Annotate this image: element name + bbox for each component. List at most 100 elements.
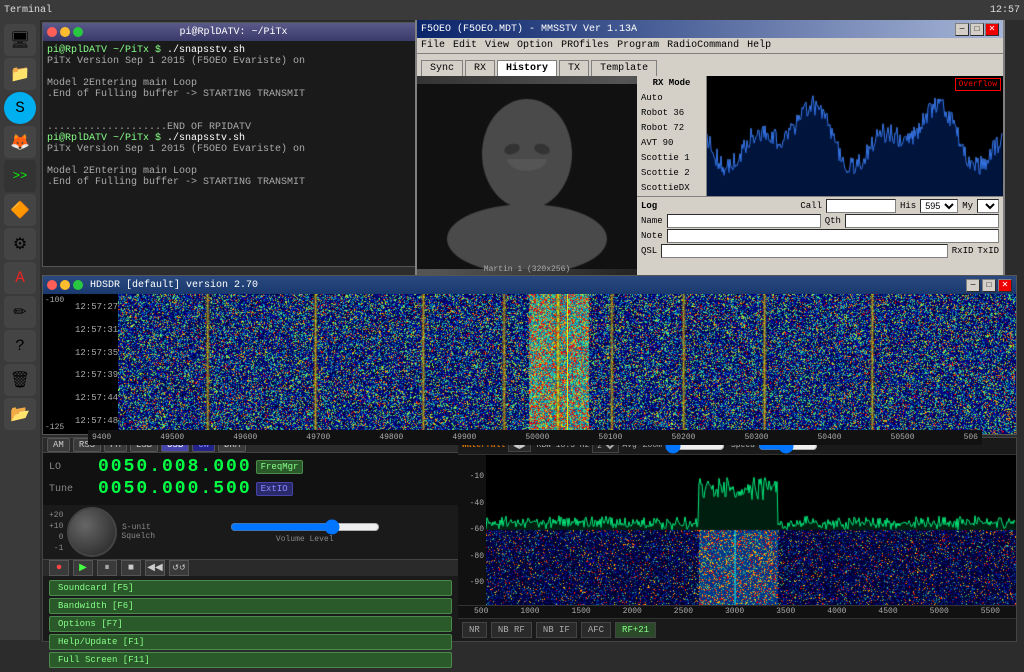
ts-1: 12:57:27 — [75, 302, 116, 312]
terminal-minimize-btn[interactable] — [60, 27, 70, 37]
soundcard-btn[interactable]: Soundcard [F5] — [49, 580, 452, 596]
hdsdr-minimize-btn[interactable] — [60, 280, 70, 290]
squelch-knob-area: +20 +10 0 -1 S-unitSquelch — [49, 507, 151, 557]
afc-btn[interactable]: AFC — [581, 622, 611, 638]
hdsdr-maximize-btn[interactable] — [73, 280, 83, 290]
terminal-line-7 — [47, 111, 417, 122]
sdr-controls: AM RSS FM LSB USB CW DRM LO 0050.008.000… — [42, 437, 1017, 642]
rx-mode-title: RX Mode — [639, 78, 704, 88]
squelch-label: S-unitSquelch — [121, 523, 151, 541]
sidebar-icon-settings[interactable]: ⚙ — [4, 228, 36, 260]
terminal-close-btn[interactable] — [47, 27, 57, 37]
db-minus1: -1 — [49, 543, 63, 554]
terminal-line-11 — [47, 155, 417, 166]
bandwidth-btn[interactable]: Bandwidth [F6] — [49, 598, 452, 614]
repeat-btn[interactable]: ↺↺ — [169, 560, 189, 576]
mmsstv-image — [417, 76, 637, 276]
nbif-btn[interactable]: NB IF — [536, 622, 577, 638]
db-scale: -100 -125 — [43, 294, 73, 434]
hdsdr-close-btn2[interactable]: ✕ — [998, 279, 1012, 292]
waterfall-area — [118, 294, 1016, 434]
rx-mode-scottie2[interactable]: Scottie 2 — [639, 165, 704, 180]
qsl-input[interactable] — [661, 244, 948, 258]
menu-profiles[interactable]: PROfiles — [561, 40, 609, 51]
sidebar-icon-1[interactable]: 🖥 — [4, 24, 36, 56]
hdsdr-freq-axis: 9400 49500 49600 49700 49800 49900 50000… — [88, 430, 982, 445]
mmsstv-close-btn[interactable]: ✕ — [985, 23, 999, 36]
squelch-knob[interactable] — [67, 507, 117, 557]
tab-tx[interactable]: TX — [559, 60, 589, 76]
terminal-title: pi@RplDATV: ~/PiTx — [86, 27, 381, 38]
rx-mode-avt90[interactable]: AVT 90 — [639, 135, 704, 150]
hdsdr-maximize-btn2[interactable]: □ — [982, 279, 996, 292]
tab-history[interactable]: History — [497, 60, 557, 76]
sdr-freq-500: 500 — [474, 607, 488, 616]
name-input[interactable] — [667, 214, 821, 228]
menu-edit[interactable]: Edit — [453, 40, 477, 51]
qsl-label: QSL — [641, 246, 657, 256]
menu-radiocommand[interactable]: RadioCommand — [667, 40, 739, 51]
rx-mode-scottie1[interactable]: Scottie 1 — [639, 150, 704, 165]
my-select[interactable] — [977, 199, 999, 213]
extio-btn[interactable]: ExtIO — [256, 482, 293, 496]
options-btn[interactable]: Options [F7] — [49, 616, 452, 632]
terminal-titlebar: pi@RplDATV: ~/PiTx — [43, 23, 421, 41]
mmsstv-image-panel: Martin 1 (320x256) — [417, 76, 637, 276]
rx-mode-auto[interactable]: Auto — [639, 90, 704, 105]
hdsdr-close-btn[interactable] — [47, 280, 57, 290]
ts-6: 12:57:48 — [75, 416, 116, 426]
nr-btn[interactable]: NR — [462, 622, 487, 638]
rf-btn[interactable]: RF+21 — [615, 622, 656, 638]
sdr-freq-5000: 5000 — [930, 607, 949, 616]
squelch-area: +20 +10 0 -1 S-unitSquelch Volume Level — [43, 505, 458, 559]
terminal-line-12: Model 2Entering main Loop — [47, 166, 417, 177]
terminal-maximize-btn[interactable] — [73, 27, 83, 37]
rx-mode-robot72[interactable]: Robot 72 — [639, 120, 704, 135]
terminal-line-10: PiTx Version Sep 1 2015 (F5OEO Evariste)… — [47, 144, 417, 155]
tab-rx[interactable]: RX — [465, 60, 495, 76]
mode-am[interactable]: AM — [47, 438, 70, 452]
tab-sync[interactable]: Sync — [421, 60, 463, 76]
fullscreen-btn[interactable]: Full Screen [F11] — [49, 652, 452, 668]
sidebar-icon-firefox[interactable]: 🦊 — [4, 126, 36, 158]
sidebar-icon-terminal[interactable]: >> — [4, 160, 36, 192]
stop-btn[interactable]: ■ — [121, 560, 141, 576]
sdr-freq-axis: 500 1000 1500 2000 2500 3000 3500 4000 4… — [458, 605, 1016, 618]
note-input[interactable] — [667, 229, 999, 243]
db-n10: -10 — [470, 472, 484, 481]
menu-help[interactable]: Help — [747, 40, 771, 51]
sidebar-icon-skype[interactable]: S — [4, 92, 36, 124]
sidebar-icon-vlc[interactable]: 🔶 — [4, 194, 36, 226]
record-btn[interactable]: ⏺ — [49, 560, 69, 576]
volume-slider[interactable] — [230, 521, 380, 533]
freq-506: 506 — [964, 433, 978, 442]
rewind-btn[interactable]: ◀◀ — [145, 560, 165, 576]
sidebar-icon-apt[interactable]: A — [4, 262, 36, 294]
help-btn[interactable]: Help/Update [F1] — [49, 634, 452, 650]
menu-view[interactable]: View — [485, 40, 509, 51]
pause-btn[interactable]: ⏸ — [97, 560, 117, 576]
mmsstv-minimize-btn[interactable]: ─ — [955, 23, 969, 36]
sidebar-icon-trash[interactable]: 🗑 — [4, 364, 36, 396]
rx-mode-scottiedx[interactable]: ScottieDX — [639, 180, 704, 195]
rx-mode-robot36[interactable]: Robot 36 — [639, 105, 704, 120]
play-btn[interactable]: ▶ — [73, 560, 93, 576]
nbrf-btn[interactable]: NB RF — [491, 622, 532, 638]
call-input[interactable] — [826, 199, 896, 213]
sidebar-icon-help[interactable]: ? — [4, 330, 36, 362]
tab-template[interactable]: Template — [591, 60, 657, 76]
menu-file[interactable]: File — [421, 40, 445, 51]
menu-option[interactable]: Option — [517, 40, 553, 51]
sidebar-icon-folder2[interactable]: 📂 — [4, 398, 36, 430]
sidebar-icon-2[interactable]: 📁 — [4, 58, 36, 90]
clock: 12:57 — [990, 5, 1020, 16]
qth-input[interactable] — [845, 214, 999, 228]
sidebar-icon-pencil[interactable]: ✏ — [4, 296, 36, 328]
freqmgr-btn[interactable]: FreqMgr — [256, 460, 304, 474]
mmsstv-maximize-btn[interactable]: □ — [970, 23, 984, 36]
sidebar: 🖥 📁 S 🦊 >> 🔶 ⚙ A ✏ ? 🗑 📂 — [0, 20, 40, 640]
hdsdr-minimize-btn2[interactable]: ─ — [966, 279, 980, 292]
menu-program[interactable]: Program — [617, 40, 659, 51]
his-select[interactable]: 595 — [920, 199, 958, 213]
terminal-line-13: .End of Fulling buffer -> STARTING TRANS… — [47, 177, 417, 188]
